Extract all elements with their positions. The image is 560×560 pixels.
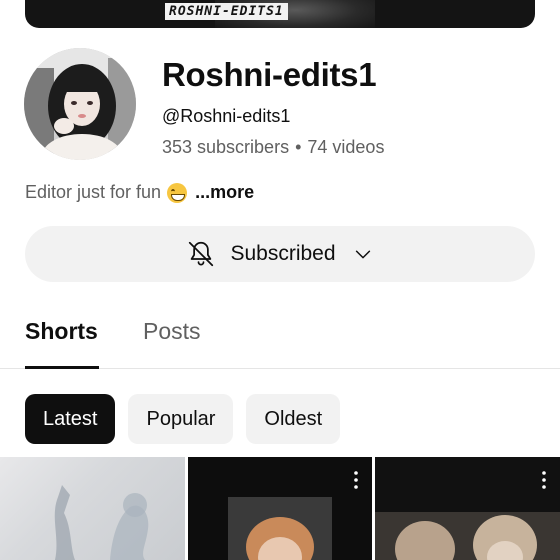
more-vert-icon[interactable] — [542, 471, 546, 489]
chevron-down-icon — [355, 250, 370, 259]
channel-description[interactable]: Editor just for fun ...more — [25, 182, 254, 203]
channel-stats: 353 subscribers • 74 videos — [162, 137, 384, 158]
channel-tabs: Shorts Posts — [0, 310, 560, 369]
short-thumbnail[interactable] — [375, 457, 560, 560]
bell-off-icon — [189, 241, 214, 267]
chip-oldest[interactable]: Oldest — [246, 394, 341, 444]
tab-shorts[interactable]: Shorts — [25, 318, 98, 345]
channel-name: Roshni-edits1 — [162, 56, 377, 93]
banner-title: ROSHNI-EDITS1 — [165, 3, 288, 20]
stats-separator: • — [295, 137, 302, 157]
description-text: Editor just for fun — [25, 182, 162, 202]
channel-avatar[interactable] — [24, 48, 136, 160]
subscribed-label: Subscribed — [230, 242, 336, 265]
short-thumbnail[interactable] — [0, 457, 185, 560]
chip-latest[interactable]: Latest — [25, 394, 116, 444]
short-thumbnail[interactable] — [188, 457, 372, 560]
more-vert-icon[interactable] — [354, 471, 358, 489]
shorts-grid — [0, 457, 560, 560]
grinning-face-emoji — [167, 182, 188, 203]
channel-handle: @Roshni-edits1 — [162, 106, 291, 126]
subscribed-button[interactable]: Subscribed — [25, 226, 535, 282]
tab-posts[interactable]: Posts — [143, 318, 201, 345]
chip-popular[interactable]: Popular — [128, 394, 234, 444]
video-count: 74 videos — [307, 137, 385, 157]
active-tab-indicator — [25, 366, 99, 369]
sort-chips: Latest Popular Oldest — [25, 394, 341, 444]
more-link[interactable]: ...more — [195, 182, 254, 203]
subscriber-count: 353 subscribers — [162, 137, 290, 157]
channel-banner[interactable]: ROSHNI-EDITS1 — [25, 0, 535, 28]
